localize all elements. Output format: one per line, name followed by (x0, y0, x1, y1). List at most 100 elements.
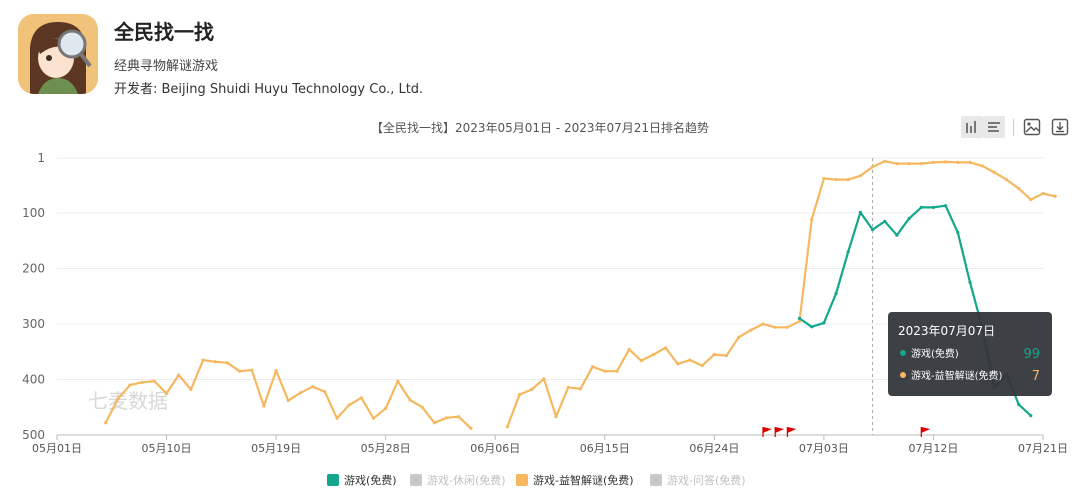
series-puzzle-free-point (505, 425, 509, 429)
series-puzzle-free-point (323, 390, 327, 394)
series-puzzle-free-point (1053, 194, 1057, 198)
series-puzzle-free-point (371, 416, 376, 420)
series-puzzle-free-point (980, 164, 984, 168)
flag-shape (921, 427, 931, 433)
legend-item[interactable]: 游戏-问答(免费) (650, 472, 746, 488)
x-tick-label: 07月12日 (908, 442, 958, 455)
series-puzzle-free-point (225, 361, 229, 365)
tooltip-value: 7 (1032, 369, 1040, 384)
series-games-free-point (956, 230, 960, 234)
series-puzzle-free-point (165, 391, 169, 395)
series-puzzle-free-point (213, 360, 217, 364)
y-tick-label: 300 (22, 317, 45, 331)
y-tick-label: 1 (37, 151, 45, 165)
series-puzzle-free-point (712, 352, 716, 357)
series-games-free-point (944, 204, 948, 208)
tooltip: 2023年07月07日游戏(免费) 99 游戏-益智解谜(免费) 7 (888, 312, 1052, 396)
series-puzzle-free-point (457, 415, 461, 419)
x-tick-label: 06月06日 (470, 442, 520, 455)
series-puzzle-free-point (931, 160, 936, 164)
y-tick-label: 400 (22, 372, 45, 386)
tooltip-label: 游戏-益智解谜(免费) (911, 369, 1003, 382)
x-tick-label: 05月10日 (142, 442, 192, 455)
series-puzzle-free-point (542, 377, 546, 381)
series-puzzle-free-point (871, 165, 875, 169)
series-puzzle-free-point (968, 160, 972, 164)
series-puzzle-free-point (761, 322, 765, 326)
x-tick-label: 07月21日 (1018, 442, 1068, 455)
series-puzzle-free-point (298, 391, 303, 395)
series-puzzle-free-point (250, 368, 254, 372)
series-games-free-point (895, 233, 899, 237)
series-puzzle-free-point (201, 358, 205, 362)
series-games-free-point (871, 228, 875, 232)
series-games-free-point (931, 205, 936, 209)
series-puzzle-free-point (846, 178, 850, 182)
series-puzzle-free-point (189, 387, 193, 392)
series-puzzle-free-point (919, 162, 923, 166)
series-games-free-point (919, 205, 923, 209)
legend-label: 游戏(免费) (344, 474, 397, 487)
series-puzzle-free-point (518, 392, 522, 397)
watermark: 七麦数据 (88, 389, 168, 413)
series-games-free-point (797, 316, 802, 320)
series-puzzle-free-point (785, 325, 790, 329)
x-tick-label: 06月24日 (689, 442, 739, 455)
series-games-free-point (846, 250, 850, 254)
series-puzzle-free-point (128, 383, 132, 387)
tooltip-value: 99 (1023, 347, 1040, 362)
legend-swatch (516, 474, 528, 486)
series-puzzle-free-point (530, 387, 534, 392)
series-puzzle-free-point (238, 369, 242, 373)
legend-item[interactable]: 游戏(免费) (327, 472, 397, 488)
series-puzzle-free-point (944, 160, 948, 164)
series-puzzle-free-point (664, 346, 668, 350)
series-puzzle-free-point (810, 218, 814, 222)
y-tick-label: 100 (22, 206, 45, 220)
series-games-free-point (834, 291, 838, 295)
series-puzzle-free-point (1041, 191, 1045, 196)
series-puzzle-free-point (676, 362, 680, 366)
x-tick-label: 05月19日 (251, 442, 301, 455)
x-tick-label: 05月28日 (361, 442, 411, 455)
flag-shape (787, 427, 797, 433)
legend-label: 游戏-休闲(免费) (427, 474, 506, 487)
series-puzzle-free-point (554, 415, 558, 419)
series-puzzle-free-point (116, 397, 120, 401)
series-puzzle-free-point (177, 373, 181, 377)
series-puzzle-free-point (384, 406, 388, 410)
series-games-free-point (810, 325, 814, 329)
legend-item[interactable]: 游戏-益智解谜(免费) (516, 472, 634, 488)
series-puzzle-free-point (104, 421, 108, 425)
series-games-free-point (822, 321, 826, 325)
series-puzzle-free-point (883, 159, 887, 163)
legend-swatch (410, 474, 422, 486)
series-puzzle-free-point (311, 385, 315, 389)
series-puzzle-free-point (627, 347, 631, 352)
series-puzzle-free-point (737, 335, 741, 339)
series-puzzle-free-point (858, 174, 863, 178)
series-puzzle-free-point (992, 170, 996, 174)
series-puzzle-free-point (822, 176, 826, 181)
series-games-free-point (883, 219, 887, 223)
series-puzzle-free-point (591, 365, 595, 369)
series-puzzle-free-point (688, 358, 692, 362)
series-puzzle-free-point (1029, 198, 1033, 202)
series-games-free-point (1017, 402, 1021, 407)
series-puzzle-free-point (578, 387, 583, 391)
series-games-free-point (968, 280, 972, 284)
series-games-free-point (858, 210, 863, 214)
series-puzzle-free-point (651, 352, 656, 357)
y-tick-label: 500 (22, 428, 45, 442)
series-puzzle-free-point (1017, 186, 1021, 191)
series-puzzle-free-point (700, 364, 704, 368)
series-games-free-point (907, 216, 911, 221)
tooltip-dot (900, 372, 906, 378)
series-puzzle-free-point (274, 369, 278, 373)
series-puzzle-free-point (396, 379, 400, 383)
series-puzzle-free-point (566, 385, 570, 389)
legend-item[interactable]: 游戏-休闲(免费) (410, 472, 506, 488)
series-puzzle-free-point (1004, 178, 1009, 182)
tooltip-date: 2023年07月07日 (898, 324, 995, 338)
legend-swatch (327, 474, 339, 486)
